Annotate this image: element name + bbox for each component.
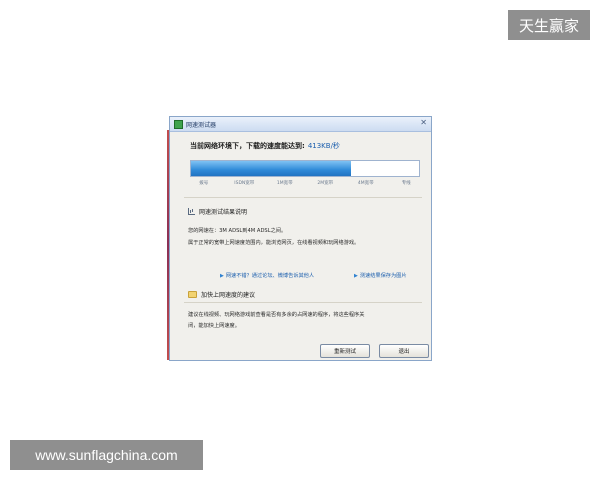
speed-value: 413KB/秒 <box>307 142 340 150</box>
advice-line-2: 闭，能加快上网速度。 <box>188 323 240 329</box>
scale-label: 专线 <box>401 181 411 186</box>
url-watermark: www.sunflagchina.com <box>10 440 203 470</box>
save-image-link[interactable]: ▶ 测速结果保存为图片 <box>354 272 407 280</box>
arrow-right-icon: ▶ <box>354 272 358 279</box>
scale-label: 1M宽带 <box>276 181 293 186</box>
speed-test-window: 网速测试器 ✕ 当前网络环境下，下载的速度能达到: 413KB/秒 拨号 ISDN宽… <box>169 116 432 361</box>
result-section-title: 网速测试结果说明 <box>188 207 247 216</box>
close-icon[interactable]: ✕ <box>420 118 427 127</box>
result-line-2: 属于正常的宽带上网速度范围内，能浏览网页，在线看视频和玩网络游戏。 <box>188 240 360 246</box>
speed-progress-bar <box>190 160 420 177</box>
window-title: 网速测试器 <box>186 121 217 129</box>
chart-icon <box>188 208 195 215</box>
divider <box>184 302 422 303</box>
advice-section-title: 加快上网速度的建议 <box>188 290 255 299</box>
advice-line-1: 建议在线视频、玩网络游戏前查看是否有多余的占网速的程序，将这些程序关 <box>188 312 365 318</box>
arrow-right-icon: ▶ <box>220 272 224 279</box>
share-result-link[interactable]: ▶ 网速不错？通过论坛、微博告诉其他人 <box>220 272 315 280</box>
brand-watermark: 天生赢家 <box>508 10 590 40</box>
scale-label: 拨号 <box>199 181 209 186</box>
share-result-label: 网速不错？通过论坛、微博告诉其他人 <box>225 273 315 279</box>
retest-button[interactable]: 重新测试 <box>320 344 370 358</box>
folder-icon <box>188 291 197 298</box>
speed-scale: 拨号 ISDN宽带 1M宽带 2M宽带 4M宽带 专线 <box>190 180 420 188</box>
window-titlebar[interactable]: 网速测试器 ✕ <box>170 117 431 132</box>
headline-text: 当前网络环境下，下载的速度能达到: <box>190 142 305 150</box>
result-line-1: 您的网速在：3M ADSL到4M ADSL之间。 <box>188 228 287 234</box>
scale-label: 2M宽带 <box>317 181 334 186</box>
speed-progress-fill <box>191 161 351 176</box>
scale-label: ISDN宽带 <box>234 181 255 186</box>
advice-section-label: 加快上网速度的建议 <box>201 292 256 299</box>
app-icon <box>174 119 183 129</box>
speed-headline: 当前网络环境下，下载的速度能达到: 413KB/秒 <box>190 141 340 151</box>
save-image-label: 测速结果保存为图片 <box>359 273 407 279</box>
result-section-label: 网速测试结果说明 <box>199 209 248 216</box>
divider <box>184 197 422 198</box>
scale-label: 4M宽带 <box>357 181 374 186</box>
exit-button[interactable]: 退出 <box>379 344 429 358</box>
